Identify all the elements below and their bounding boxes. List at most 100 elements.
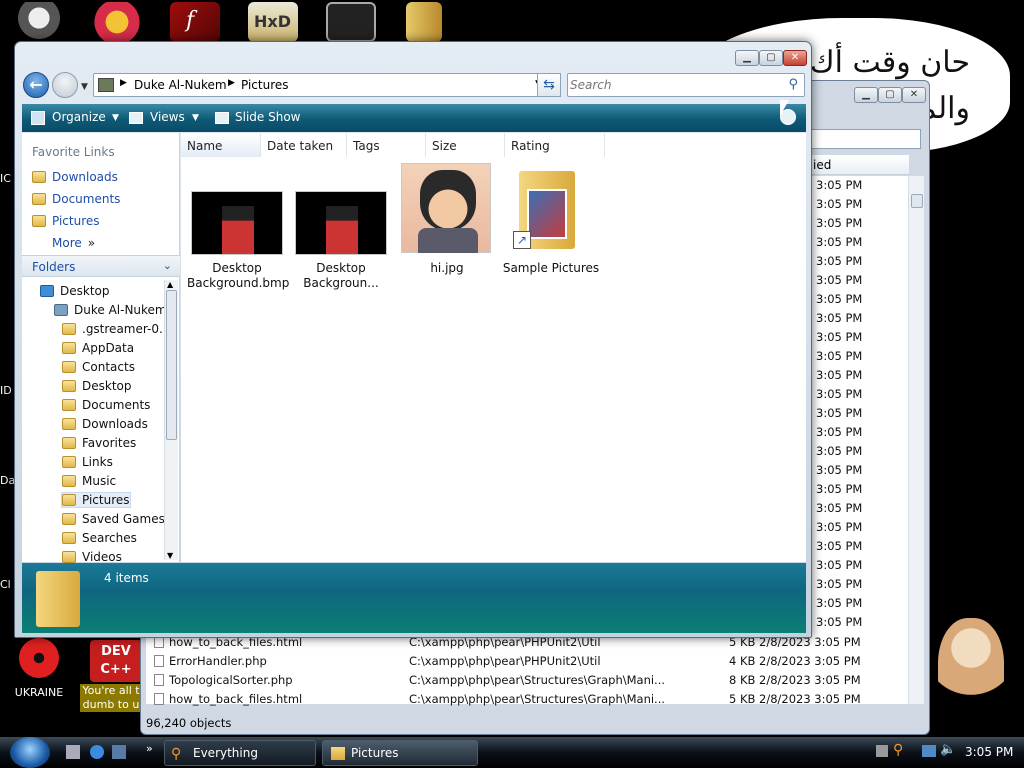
list-item[interactable]: TopologicalSorter.php C:\xampp\php\pear\S… bbox=[146, 671, 924, 690]
tray-search-icon[interactable]: ⚲ bbox=[893, 742, 903, 758]
tray-icon[interactable] bbox=[876, 745, 888, 757]
close-button[interactable]: ✕ bbox=[783, 50, 807, 66]
tree-item[interactable]: Saved Games bbox=[62, 512, 165, 526]
slideshow-button[interactable]: Slide Show bbox=[235, 110, 300, 124]
back-button[interactable]: ← bbox=[23, 72, 49, 98]
maximize-button[interactable]: ▢ bbox=[759, 50, 783, 66]
views-button[interactable]: Views bbox=[150, 110, 185, 124]
file-caption[interactable]: Desktop Backgroun... bbox=[291, 261, 391, 291]
breadcrumb-item[interactable]: Duke Al-Nukem bbox=[134, 78, 227, 92]
list-item[interactable]: how_to_back_files.html C:\xampp\php\pear\… bbox=[146, 690, 924, 709]
tree-item[interactable]: Searches bbox=[62, 531, 137, 545]
search-icon[interactable]: ⚲ bbox=[788, 77, 798, 92]
sample-pictures-folder-icon[interactable]: ↗ bbox=[513, 165, 583, 253]
scrollbar-thumb[interactable] bbox=[911, 194, 923, 208]
refresh-button[interactable]: ⇆ bbox=[537, 73, 561, 97]
column-header-date-taken[interactable]: Date taken bbox=[261, 133, 347, 157]
list-item[interactable]: ErrorHandler.php C:\xampp\php\pear\PHPUni… bbox=[146, 652, 924, 671]
column-header-rating[interactable]: Rating bbox=[505, 133, 605, 157]
tree-item[interactable]: Favorites bbox=[62, 436, 136, 450]
tree-item[interactable]: Desktop bbox=[62, 379, 132, 393]
explorer-window[interactable]: ▁ ▢ ✕ ← ▼ ▶ Duke Al-Nukem ▶ Pictures ▼ ⇆… bbox=[14, 41, 812, 638]
tree-item[interactable]: .gstreamer-0.10 bbox=[62, 322, 178, 336]
taskbar-button-pictures[interactable]: Pictures bbox=[322, 740, 478, 766]
scroll-up-icon[interactable]: ▲ bbox=[167, 280, 173, 289]
nav-scrollbar[interactable]: ▲ ▼ bbox=[164, 280, 178, 560]
column-header[interactable]: ied bbox=[811, 155, 909, 175]
clock[interactable]: 3:05 PM bbox=[965, 745, 1013, 759]
tree-item-desktop[interactable]: Desktop bbox=[40, 284, 110, 298]
chevron-down-icon[interactable]: ⌄ bbox=[163, 259, 172, 272]
desktop-icon bbox=[40, 285, 54, 297]
organize-button[interactable]: Organize bbox=[52, 110, 106, 124]
start-button[interactable] bbox=[10, 737, 50, 768]
taskbar-button-everything[interactable]: ⚲ Everything bbox=[164, 740, 316, 766]
tree-item[interactable]: Documents bbox=[62, 398, 150, 412]
p-app-desktop-icon[interactable] bbox=[92, 2, 142, 42]
minimize-button[interactable]: ▁ bbox=[735, 50, 759, 66]
history-dropdown-icon[interactable]: ▼ bbox=[81, 82, 88, 92]
column-header-name[interactable]: Name bbox=[181, 133, 261, 157]
file-date: 2/8/2023 3:05 PM bbox=[759, 673, 861, 687]
vertical-scrollbar[interactable] bbox=[908, 176, 924, 704]
search-input[interactable] bbox=[570, 76, 770, 94]
file-caption[interactable]: Sample Pictures bbox=[501, 261, 601, 276]
quick-launch-switch-icon[interactable] bbox=[112, 745, 126, 759]
chevron-down-icon[interactable]: ▼ bbox=[112, 113, 119, 123]
more-icon[interactable]: » bbox=[146, 742, 153, 755]
hamster-image bbox=[938, 618, 1004, 718]
file-caption[interactable]: hi.jpg bbox=[397, 261, 497, 276]
network-icon[interactable] bbox=[922, 745, 936, 757]
tree-item[interactable]: Music bbox=[62, 474, 116, 488]
breadcrumb-item[interactable]: Pictures bbox=[241, 78, 289, 92]
thumbnail-desktop-background[interactable] bbox=[295, 191, 387, 255]
raccoon-desktop-icon[interactable] bbox=[14, 2, 64, 42]
flash-desktop-icon[interactable]: f bbox=[170, 2, 220, 42]
chevron-down-icon[interactable]: ▼ bbox=[192, 113, 199, 123]
tree-item[interactable]: Pictures bbox=[61, 492, 131, 508]
favorite-link-more[interactable]: More» bbox=[52, 236, 95, 250]
close-button[interactable]: ✕ bbox=[902, 87, 926, 103]
favorite-link-documents[interactable]: Documents bbox=[32, 192, 120, 206]
console-desktop-icon[interactable] bbox=[326, 2, 376, 42]
favorite-link-pictures[interactable]: Pictures bbox=[32, 214, 100, 228]
tree-item-user[interactable]: Duke Al-Nukem bbox=[54, 303, 167, 317]
file-caption[interactable]: Desktop Background.bmp bbox=[187, 261, 289, 291]
tree-item[interactable]: AppData bbox=[62, 341, 134, 355]
devcpp-desktop-icon[interactable]: DEV C++ bbox=[90, 640, 142, 682]
maximize-button[interactable]: ▢ bbox=[878, 87, 902, 103]
address-bar[interactable]: ▶ Duke Al-Nukem ▶ Pictures ▼ bbox=[93, 73, 548, 97]
quick-launch-desktop-icon[interactable] bbox=[66, 745, 80, 759]
ukraine-desktop-icon[interactable]: UKRAINE bbox=[14, 638, 64, 700]
thumbnail-hi-jpg[interactable] bbox=[401, 163, 491, 253]
folder-icon bbox=[331, 747, 345, 760]
status-bar-text: 96,240 objects bbox=[146, 716, 232, 730]
file-list-pane[interactable]: Name Date taken Tags Size Rating Desktop… bbox=[181, 133, 806, 562]
thumbnail-desktop-background-bmp[interactable] bbox=[191, 191, 283, 255]
portrait-body bbox=[418, 228, 478, 253]
archive-desktop-icon[interactable] bbox=[406, 2, 442, 42]
minimize-button[interactable]: ▁ bbox=[854, 87, 878, 103]
favorite-link-downloads[interactable]: Downloads bbox=[32, 170, 118, 184]
tree-item[interactable]: Links bbox=[62, 455, 113, 469]
organize-icon bbox=[31, 111, 45, 125]
scroll-down-icon[interactable]: ▼ bbox=[167, 551, 173, 560]
volume-icon[interactable]: 🔈 bbox=[940, 742, 956, 757]
everything-search-input[interactable] bbox=[811, 129, 921, 149]
taskbar: » ⚲ Everything Pictures ⚲ 🔈 3:05 PM bbox=[0, 737, 1024, 768]
file-name: how_to_back_files.html bbox=[169, 692, 303, 706]
folders-header[interactable]: Folders ⌄ bbox=[22, 255, 180, 277]
search-box[interactable]: ⚲ bbox=[567, 73, 805, 97]
file-path: C:\xampp\php\pear\Structures\Graph\Mani.… bbox=[409, 673, 666, 687]
column-header-size[interactable]: Size bbox=[426, 133, 505, 157]
forward-button[interactable] bbox=[52, 72, 78, 98]
scrollbar-thumb[interactable] bbox=[166, 290, 177, 440]
folder-icon bbox=[36, 571, 80, 627]
tree-item[interactable]: Contacts bbox=[62, 360, 135, 374]
quick-launch-ie-icon[interactable] bbox=[90, 745, 104, 759]
file-size: 5 KB bbox=[729, 692, 756, 706]
tree-item[interactable]: Videos bbox=[62, 550, 122, 564]
column-header-tags[interactable]: Tags bbox=[347, 133, 426, 157]
hxd-desktop-icon[interactable]: HxD bbox=[248, 2, 298, 42]
tree-item[interactable]: Downloads bbox=[62, 417, 148, 431]
